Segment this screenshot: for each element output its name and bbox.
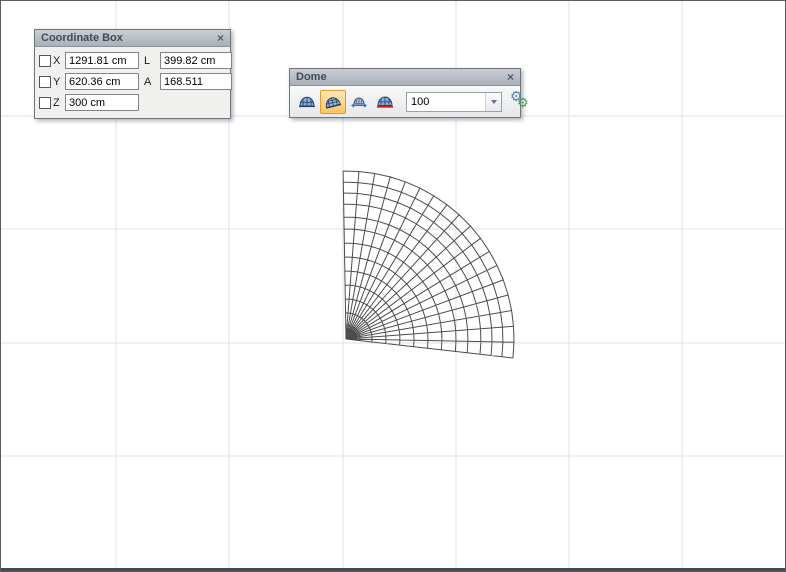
coordinate-row-y: Y 620.36 cm A 168.511 — [39, 71, 226, 92]
dome-toolbar-palette: Dome × — [289, 68, 521, 118]
coordinate-box-palette: Coordinate Box × X 1291.81 cm L 399.82 c… — [34, 29, 231, 119]
y-label: Y — [53, 76, 65, 88]
dome-toolbar-titlebar[interactable]: Dome × — [290, 69, 520, 86]
dome-toolbar-title: Dome — [296, 69, 327, 85]
dome-wireframe[interactable] — [343, 171, 514, 358]
coordinate-row-z: Z 300 cm — [39, 92, 226, 113]
close-icon[interactable]: × — [216, 32, 225, 44]
dome-type-4-button[interactable] — [372, 90, 398, 114]
a-value-field[interactable]: 168.511 — [160, 73, 232, 90]
window-border-bottom — [1, 568, 785, 571]
x-value-field[interactable]: 1291.81 cm — [65, 52, 139, 69]
a-label: A — [139, 76, 160, 88]
x-lock-checkbox[interactable] — [39, 55, 51, 67]
dome-mesh-icon — [324, 94, 342, 110]
l-label: L — [139, 55, 160, 67]
x-label: X — [53, 55, 65, 67]
close-icon[interactable]: × — [506, 71, 515, 83]
coordinate-box-titlebar[interactable]: Coordinate Box × — [35, 30, 230, 47]
dome-type-1-button[interactable] — [294, 90, 320, 114]
dome-resolution-value[interactable]: 100 — [407, 93, 485, 111]
dome-resolution-combobox[interactable]: 100 — [406, 92, 502, 112]
y-lock-checkbox[interactable] — [39, 76, 51, 88]
dome-type-3-button[interactable] — [346, 90, 372, 114]
dome-front-icon — [298, 94, 316, 110]
dome-type-2-button[interactable] — [320, 90, 346, 114]
dome-settings-button[interactable]: ⚙ ⚙ — [509, 90, 533, 114]
gear-icon: ⚙ — [517, 95, 529, 111]
dome-base-icon — [376, 94, 394, 110]
chevron-down-icon — [491, 100, 497, 104]
l-value-field[interactable]: 399.82 cm — [160, 52, 232, 69]
combo-dropdown-button[interactable] — [485, 93, 501, 111]
coordinate-row-x: X 1291.81 cm L 399.82 cm — [39, 50, 226, 71]
y-value-field[interactable]: 620.36 cm — [65, 73, 139, 90]
app-window: Coordinate Box × X 1291.81 cm L 399.82 c… — [0, 0, 786, 572]
z-lock-checkbox[interactable] — [39, 97, 51, 109]
z-value-field[interactable]: 300 cm — [65, 94, 139, 111]
z-label: Z — [53, 97, 65, 109]
dome-move-icon — [350, 94, 368, 110]
coordinate-box-title: Coordinate Box — [41, 30, 123, 46]
